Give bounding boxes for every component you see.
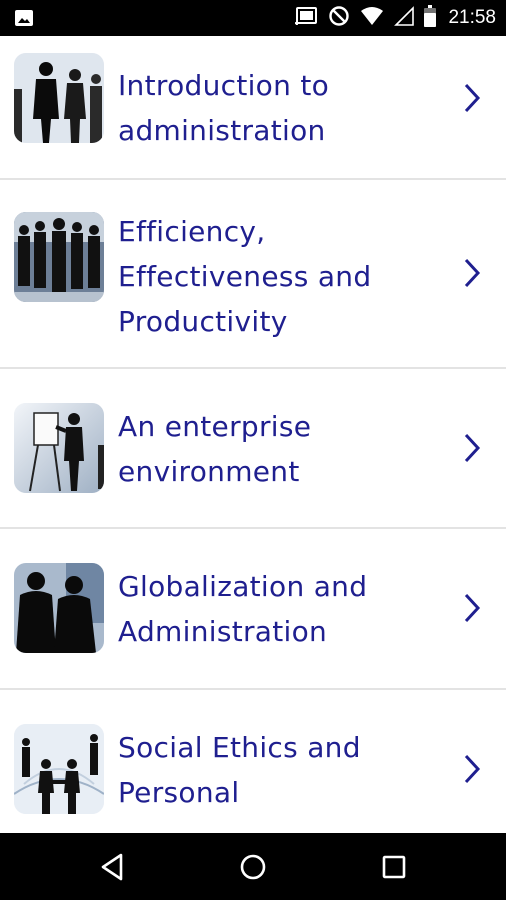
do-not-disturb-icon (328, 5, 350, 31)
status-bar: 21:58 (0, 0, 506, 36)
chevron-right-icon (464, 593, 481, 623)
wifi-icon (360, 6, 384, 30)
back-icon[interactable] (97, 851, 129, 883)
navigation-bar (0, 833, 506, 900)
image-notification-icon (14, 8, 34, 32)
silhouettes-icon (14, 563, 104, 653)
clock-time: 21:58 (448, 7, 496, 28)
list-item-enterprise[interactable]: An enterprise environment (0, 369, 506, 529)
list-item-social-ethics[interactable]: Social Ethics and Personal (0, 690, 506, 835)
topic-label: Introduction to administration (118, 69, 330, 147)
crowd-walking-icon (14, 212, 104, 302)
chevron-right-icon (464, 258, 481, 288)
chevron-right-icon (464, 83, 481, 113)
cast-icon (294, 6, 318, 30)
recents-icon[interactable] (378, 851, 410, 883)
handshake-icon (14, 724, 104, 814)
list-item-globalization[interactable]: Globalization and Administration (0, 529, 506, 690)
chevron-right-icon (464, 433, 481, 463)
business-people-icon (14, 53, 104, 143)
list-item-efficiency[interactable]: Efficiency, Effectiveness and Productivi… (0, 180, 506, 369)
home-icon[interactable] (237, 851, 269, 883)
list-item-introduction[interactable]: Introduction to administration (0, 36, 506, 180)
presentation-icon (14, 403, 104, 493)
chevron-right-icon (464, 754, 481, 784)
topic-label: Social Ethics and Personal (118, 731, 361, 809)
cell-signal-icon (394, 6, 415, 30)
topic-label: Globalization and Administration (118, 570, 368, 648)
topic-label: An enterprise environment (118, 410, 312, 488)
topic-label: Efficiency, Effectiveness and Productivi… (118, 215, 372, 338)
topic-list: Introduction to administration Efficienc… (0, 36, 506, 835)
battery-icon (424, 5, 437, 31)
